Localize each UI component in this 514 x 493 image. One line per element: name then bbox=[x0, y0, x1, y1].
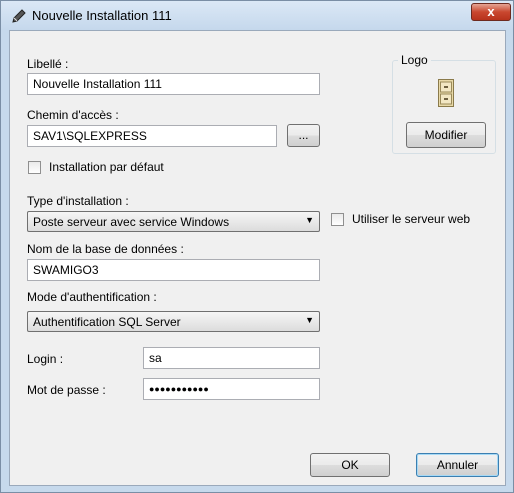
db-label: Nom de la base de données : bbox=[27, 242, 184, 256]
modify-logo-button[interactable]: Modifier bbox=[406, 122, 486, 148]
chemin-input[interactable]: SAV1\SQLEXPRESS bbox=[27, 125, 277, 147]
password-label: Mot de passe : bbox=[27, 383, 106, 397]
close-button[interactable]: x bbox=[471, 3, 511, 21]
window-title: Nouvelle Installation 111 bbox=[32, 8, 172, 23]
logo-group-title: Logo bbox=[398, 53, 431, 67]
cancel-button[interactable]: Annuler bbox=[416, 453, 499, 477]
filing-cabinet-icon bbox=[438, 79, 454, 107]
title-bar[interactable]: Nouvelle Installation 111 x bbox=[1, 1, 513, 30]
close-icon: x bbox=[487, 4, 495, 19]
chemin-label: Chemin d'accès : bbox=[27, 108, 119, 122]
db-input[interactable]: SWAMIGO3 bbox=[27, 259, 320, 281]
dialog-body: Libellé : Nouvelle Installation 111 Chem… bbox=[9, 30, 506, 486]
chevron-down-icon: ▼ bbox=[305, 215, 314, 225]
login-label: Login : bbox=[27, 352, 64, 366]
libelle-label: Libellé : bbox=[27, 57, 69, 71]
auth-selected-value: Authentification SQL Server bbox=[33, 315, 181, 329]
web-server-label: Utiliser le serveur web bbox=[352, 212, 471, 226]
chevron-down-icon: ▼ bbox=[305, 315, 314, 325]
password-input[interactable]: ●●●●●●●●●●● bbox=[143, 378, 320, 400]
type-label: Type d'installation : bbox=[27, 194, 129, 208]
auth-label: Mode d'authentification : bbox=[27, 290, 157, 304]
web-server-checkbox[interactable] bbox=[331, 213, 344, 226]
login-input[interactable]: sa bbox=[143, 347, 320, 369]
default-install-label: Installation par défaut bbox=[49, 160, 164, 174]
auth-select[interactable]: Authentification SQL Server ▼ bbox=[27, 311, 320, 332]
type-selected-value: Poste serveur avec service Windows bbox=[33, 215, 230, 229]
dialog-window: Nouvelle Installation 111 x Libellé : No… bbox=[0, 0, 514, 493]
default-install-checkbox[interactable] bbox=[28, 161, 41, 174]
type-select[interactable]: Poste serveur avec service Windows ▼ bbox=[27, 211, 320, 232]
pencil-icon bbox=[12, 9, 26, 23]
libelle-input[interactable]: Nouvelle Installation 111 bbox=[27, 73, 320, 95]
ok-button[interactable]: OK bbox=[310, 453, 390, 477]
browse-button[interactable]: ... bbox=[287, 124, 320, 147]
